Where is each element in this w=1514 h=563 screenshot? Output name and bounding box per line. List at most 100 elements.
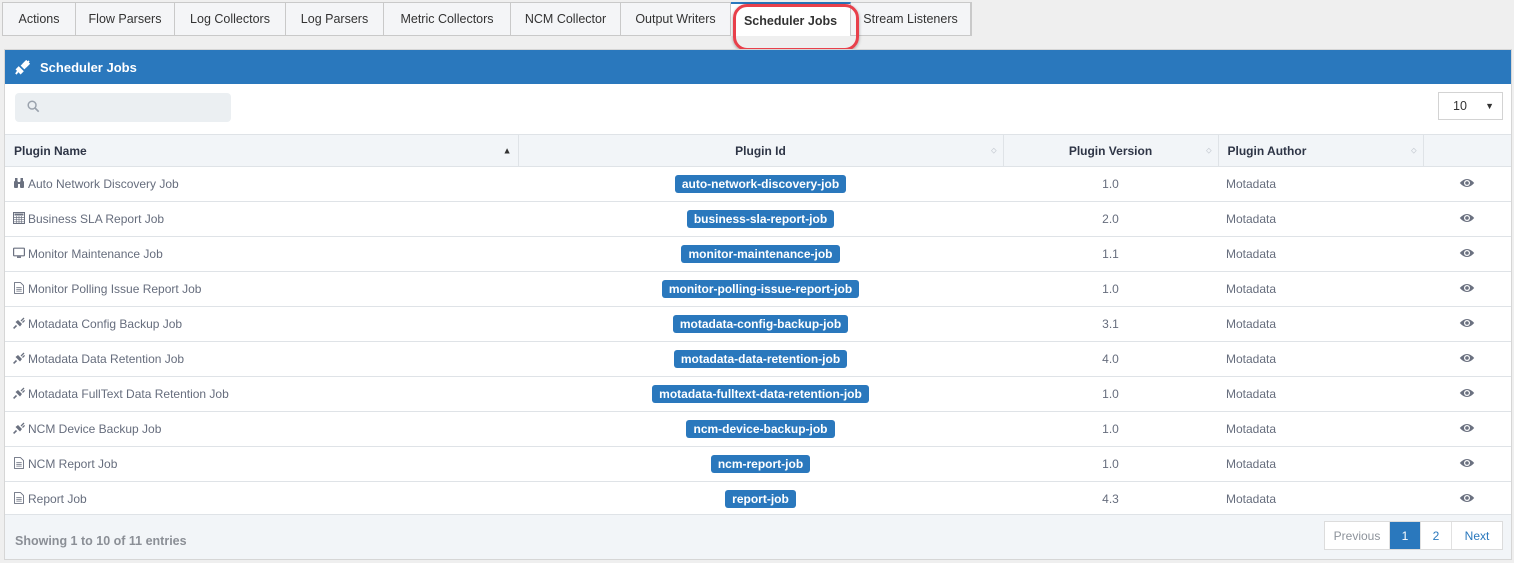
plugin-id-cell: motadata-fulltext-data-retention-job	[518, 377, 1003, 412]
actions-cell	[1423, 307, 1511, 342]
eye-icon[interactable]	[1459, 247, 1475, 259]
eye-icon[interactable]	[1459, 177, 1475, 189]
plugin-name-cell: Motadata Data Retention Job	[5, 342, 518, 377]
plugin-name-cell: Business SLA Report Job	[5, 202, 518, 237]
column-header-plugin-version[interactable]: Plugin Version ◇	[1003, 134, 1219, 167]
plug-icon	[15, 59, 30, 75]
pagination: Previous 1 2 Next	[1324, 521, 1503, 550]
table-footer: Showing 1 to 10 of 11 entries Previous 1…	[5, 514, 1511, 559]
eye-icon[interactable]	[1459, 387, 1475, 399]
table-row[interactable]: Auto Network Discovery Job auto-network-d…	[5, 167, 1511, 202]
plugins-table: Plugin Name ▲ Plugin Id ◇ Plugin Version…	[5, 134, 1511, 517]
plugin-name: Business SLA Report Job	[28, 212, 165, 226]
eye-icon[interactable]	[1459, 422, 1475, 434]
plug-icon	[13, 352, 26, 364]
plugin-name: Motadata Config Backup Job	[28, 317, 183, 331]
plugin-id-cell: ncm-report-job	[518, 447, 1003, 482]
plugin-version: 1.0	[1102, 457, 1119, 471]
plugin-id-cell: auto-network-discovery-job	[518, 167, 1003, 202]
chevron-down-icon: ▼	[1485, 101, 1494, 111]
sort-asc-icon: ▲	[502, 145, 512, 155]
eye-icon[interactable]	[1459, 492, 1475, 504]
plugin-author: Motadata	[1226, 422, 1277, 436]
actions-cell	[1423, 377, 1511, 412]
tab-stream-listeners[interactable]: Stream Listeners	[851, 3, 971, 35]
document-icon	[13, 282, 25, 294]
table-row[interactable]: Motadata Data Retention Job motadata-data…	[5, 342, 1511, 377]
actions-cell	[1423, 167, 1511, 202]
plugin-id-badge: motadata-fulltext-data-retention-job	[652, 385, 869, 403]
actions-cell	[1423, 412, 1511, 447]
plugin-name-cell: Motadata FullText Data Retention Job	[5, 377, 518, 412]
plugin-version: 1.0	[1102, 387, 1119, 401]
plugin-name-cell: Report Job	[5, 482, 518, 517]
eye-icon[interactable]	[1459, 282, 1475, 294]
table-row[interactable]: Monitor Polling Issue Report Job monitor-…	[5, 272, 1511, 307]
eye-icon[interactable]	[1459, 212, 1475, 224]
search-input[interactable]	[48, 100, 228, 115]
plugin-name-cell: NCM Device Backup Job	[5, 412, 518, 447]
table-row[interactable]: Motadata Config Backup Job motadata-confi…	[5, 307, 1511, 342]
tab-log-collectors[interactable]: Log Collectors	[175, 3, 286, 35]
plug-icon	[13, 387, 26, 399]
plug-icon	[13, 317, 26, 329]
plugin-version: 3.1	[1102, 317, 1119, 331]
table-row[interactable]: Motadata FullText Data Retention Job mota…	[5, 377, 1511, 412]
page-1-button[interactable]: 1	[1390, 522, 1421, 549]
tab-actions[interactable]: Actions	[3, 3, 76, 35]
plugin-name: Auto Network Discovery Job	[28, 177, 179, 191]
plugin-id-badge: ncm-device-backup-job	[686, 420, 835, 438]
plug-icon	[13, 422, 26, 434]
plugin-version: 1.0	[1102, 422, 1119, 436]
plugin-author: Motadata	[1226, 457, 1277, 471]
eye-icon[interactable]	[1459, 457, 1475, 469]
actions-cell	[1423, 342, 1511, 377]
plugin-name: NCM Report Job	[28, 457, 118, 471]
table-row[interactable]: Report Job report-job 4.3 Motadata	[5, 482, 1511, 517]
plugin-name-cell: Auto Network Discovery Job	[5, 167, 518, 202]
tab-output-writers[interactable]: Output Writers	[621, 3, 731, 35]
tab-log-parsers[interactable]: Log Parsers	[286, 3, 384, 35]
search-icon	[27, 99, 40, 116]
column-header-plugin-id[interactable]: Plugin Id ◇	[518, 134, 1004, 167]
page-2-button[interactable]: 2	[1421, 522, 1452, 549]
plugin-author: Motadata	[1226, 247, 1277, 261]
column-header-plugin-author[interactable]: Plugin Author ◇	[1218, 134, 1424, 167]
table-row[interactable]: NCM Device Backup Job ncm-device-backup-j…	[5, 412, 1511, 447]
actions-cell	[1423, 482, 1511, 517]
plugin-version: 1.0	[1102, 282, 1119, 296]
table-row[interactable]: Monitor Maintenance Job monitor-maintenan…	[5, 237, 1511, 272]
tab-metric-collectors[interactable]: Metric Collectors	[384, 3, 511, 35]
tab-scheduler-jobs[interactable]: Scheduler Jobs	[731, 2, 851, 36]
previous-page-button[interactable]: Previous	[1325, 522, 1390, 549]
tab-ncm-collector[interactable]: NCM Collector	[511, 3, 621, 35]
plugin-version: 4.0	[1102, 352, 1119, 366]
plugin-id-badge: ncm-report-job	[710, 455, 811, 473]
scheduler-jobs-panel: Scheduler Jobs 10 ▼ Plugin Name ▲ Plugin…	[4, 49, 1512, 560]
plugin-id-badge: monitor-maintenance-job	[681, 245, 840, 263]
page-size-select[interactable]: 10 ▼	[1438, 92, 1503, 120]
plugin-name-cell: Monitor Polling Issue Report Job	[5, 272, 518, 307]
plugin-name: Motadata FullText Data Retention Job	[28, 387, 229, 401]
eye-icon[interactable]	[1459, 352, 1475, 364]
plugin-name: Motadata Data Retention Job	[28, 352, 185, 366]
table-toolbar: 10 ▼	[5, 84, 1511, 134]
plugin-id-cell: motadata-config-backup-job	[518, 307, 1003, 342]
table-header-row: Plugin Name ▲ Plugin Id ◇ Plugin Version…	[5, 134, 1511, 167]
table-row[interactable]: Business SLA Report Job business-sla-repo…	[5, 202, 1511, 237]
tab-flow-parsers[interactable]: Flow Parsers	[76, 3, 175, 35]
plugin-name-cell: Motadata Config Backup Job	[5, 307, 518, 342]
search-box[interactable]	[15, 93, 231, 122]
actions-cell	[1423, 272, 1511, 307]
eye-icon[interactable]	[1459, 317, 1475, 329]
plugin-author: Motadata	[1226, 212, 1277, 226]
column-header-actions	[1423, 134, 1511, 167]
table-row[interactable]: NCM Report Job ncm-report-job 1.0 Motadata	[5, 447, 1511, 482]
plugin-name-cell: Monitor Maintenance Job	[5, 237, 518, 272]
panel-header: Scheduler Jobs	[5, 50, 1511, 84]
plugin-tabs: Actions Flow Parsers Log Collectors Log Par…	[2, 2, 972, 36]
next-page-button[interactable]: Next	[1452, 522, 1502, 549]
plugin-author: Motadata	[1226, 492, 1277, 506]
plugin-version: 2.0	[1102, 212, 1119, 226]
column-header-plugin-name[interactable]: Plugin Name ▲	[5, 134, 519, 167]
